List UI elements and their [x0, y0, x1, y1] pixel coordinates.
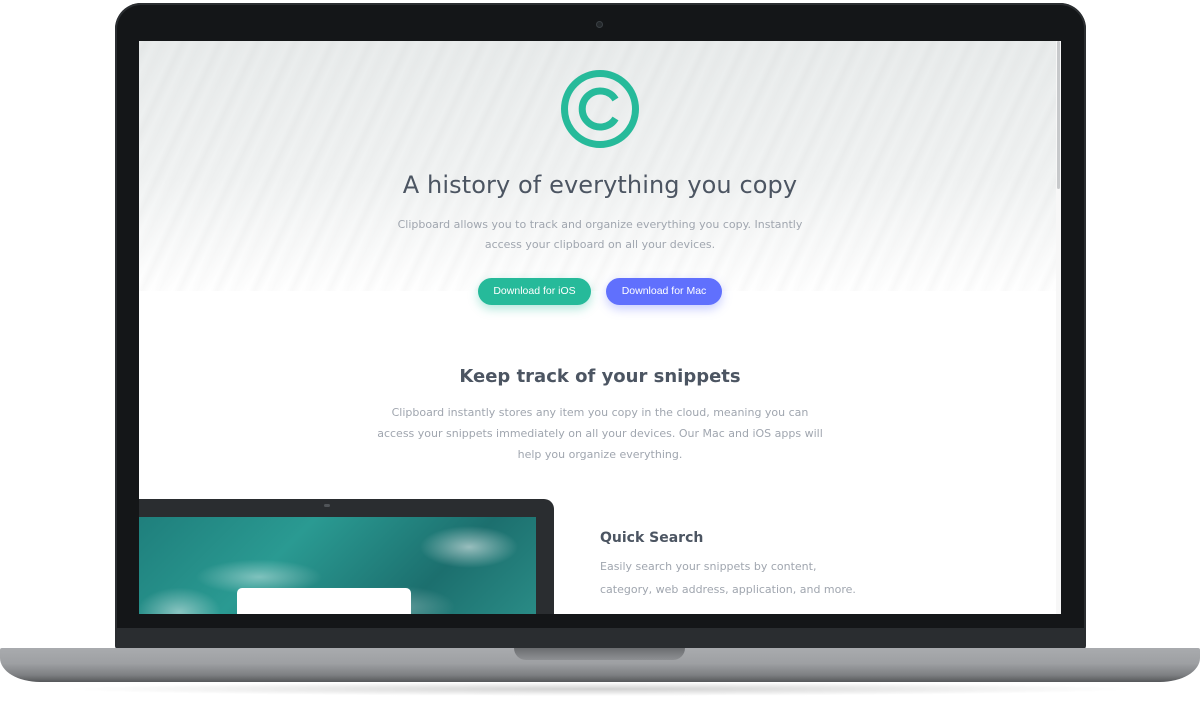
hero-description: Clipboard allows you to track and organi… [397, 218, 803, 251]
download-mac-button[interactable]: Download for Mac [606, 278, 722, 305]
hero-title: A history of everything you copy [402, 171, 798, 199]
laptop-preview-image [139, 499, 554, 614]
scrollbar[interactable] [1056, 41, 1061, 614]
preview-screen-ocean [139, 517, 536, 614]
preview-card [237, 588, 411, 614]
laptop-hinge [115, 628, 1086, 648]
laptop-notch [514, 648, 685, 660]
download-ios-button[interactable]: Download for iOS [478, 278, 591, 305]
scrollbar-thumb[interactable] [1057, 41, 1060, 189]
browser-viewport: A history of everything you copy Clipboa… [139, 41, 1061, 614]
laptop-shadow [60, 682, 1140, 696]
snippets-title: Keep track of your snippets [459, 366, 741, 387]
preview-webcam [324, 504, 330, 507]
snippets-description: Clipboard instantly stores any item you … [377, 406, 823, 461]
webcam [596, 21, 603, 28]
copyright-circle-icon [560, 69, 640, 149]
feature-description-quick-search: Easily search your snippets by content, … [600, 560, 856, 596]
feature-title-quick-search: Quick Search [600, 530, 704, 546]
